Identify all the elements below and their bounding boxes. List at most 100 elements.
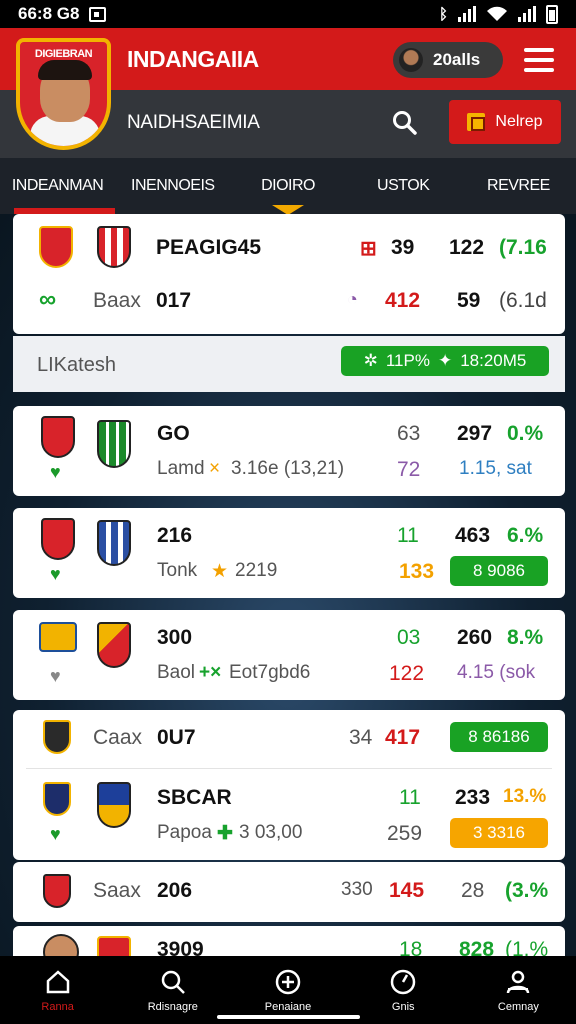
odds-pill[interactable]: 3 3316 — [450, 818, 548, 848]
stat-percent: 13.% — [503, 786, 547, 807]
club-crest-logo[interactable]: DIGIEBRAN — [16, 38, 111, 150]
user-icon — [507, 970, 530, 993]
live-status-pill[interactable]: ✲ 11P% ✦ 18:20M5 — [341, 346, 549, 376]
main-content: PEAGIG45 ⊞ 39 122 (7.16 ∞ Baax 017 ◔ 412… — [0, 214, 576, 956]
app-title: INDANGAIIA — [127, 46, 259, 72]
stat-value: 412 — [385, 289, 421, 312]
match-code: 206 — [157, 879, 193, 902]
action-button-label: Nelrep — [495, 113, 543, 130]
match-title: PEAGIG45 — [156, 236, 262, 259]
pill-right: 18:20M5 — [460, 351, 527, 370]
match-detail-2: Eot7gbd6 — [229, 662, 311, 683]
nav-label: Gnis — [391, 1000, 415, 1013]
stat-value: 11 — [399, 786, 421, 809]
bluetooth-icon: ᛒ — [438, 5, 448, 23]
match-detail-2: 3.16e (13,21) — [231, 458, 345, 479]
nav-stats[interactable]: Gnis — [346, 956, 461, 1024]
section-label: LIKatesh — [37, 354, 116, 376]
nav-label: Cemnay — [497, 1000, 539, 1013]
hamburger-menu-icon[interactable] — [524, 48, 554, 72]
tab-indeanman[interactable]: INDEANMAN — [0, 158, 116, 214]
tab-revree[interactable]: REVREE — [461, 158, 576, 214]
signal-2-icon — [518, 6, 536, 22]
cross-icon: × — [209, 458, 221, 479]
action-button[interactable]: Nelrep — [449, 100, 561, 144]
wifi-icon — [487, 6, 507, 21]
page-subtitle: NAIDHSAEIMIA — [127, 112, 260, 133]
star-icon: ★ — [211, 561, 229, 582]
signal-icon — [458, 6, 476, 22]
location-icon: ♥ — [50, 564, 61, 584]
user-profile-button[interactable]: 20alls — [393, 42, 503, 78]
team-crest-icon — [41, 416, 75, 458]
gear-icon: ✲ — [363, 351, 378, 370]
tab-ustok[interactable]: USTOK — [346, 158, 461, 214]
nav-community[interactable]: Cemnay — [461, 956, 576, 1024]
nav-label: Penaiane — [264, 1000, 312, 1013]
screenshot-icon — [89, 6, 107, 22]
pill-left: 11P% — [385, 351, 430, 370]
team-crest-icon — [97, 226, 131, 268]
team-crest-icon — [97, 520, 131, 566]
stat-value: 463 — [455, 524, 491, 547]
stat-value: 39 — [391, 236, 415, 259]
search-icon — [161, 970, 185, 994]
match-title: 216 — [157, 524, 193, 547]
status-time: 66:8 G8 — [18, 4, 80, 23]
stat-value: 11 — [397, 524, 419, 547]
stat-percent: (3.% — [505, 879, 549, 902]
nav-search[interactable]: Rdisnagre — [115, 956, 230, 1024]
tab-dioiro[interactable]: DIOIRO — [230, 158, 345, 215]
nav-add[interactable]: Penaiane — [230, 956, 345, 1024]
match-title: 3909 — [157, 938, 204, 956]
stat-percent: (7.16 — [499, 236, 547, 259]
stat-value: 828 — [459, 938, 495, 956]
divider — [26, 768, 552, 769]
match-card-group[interactable]: Caax 0U7 34 417 8 86186 ♥ SBCAR Papoa ✚ … — [13, 710, 565, 860]
team-crest-icon — [97, 936, 131, 956]
stat-value: 03 — [397, 626, 421, 649]
stat-value: 330 — [341, 879, 373, 900]
stat-value: 297 — [457, 422, 493, 445]
stat-percent: (6.1d — [499, 289, 547, 312]
team-name: Caax — [93, 726, 143, 749]
match-title: 300 — [157, 626, 193, 649]
match-title: GO — [157, 422, 190, 445]
match-card[interactable]: ♥ 300 Baol +× Eot7gbd6 03 260 8.% 122 4.… — [13, 610, 565, 700]
stat-value: 260 — [457, 626, 493, 649]
match-detail: Baol — [157, 662, 196, 683]
team-crest-icon — [43, 782, 71, 816]
home-icon — [46, 969, 69, 993]
nav-home[interactable]: Ranna — [0, 956, 115, 1024]
match-code: 017 — [156, 289, 192, 312]
location-icon: ♥ — [50, 462, 61, 482]
search-icon[interactable] — [392, 110, 418, 136]
plus-circle-icon — [275, 969, 301, 994]
crest-hair — [38, 60, 92, 80]
match-card[interactable]: Saax 206 330 145 28 (3.% — [13, 862, 565, 922]
stat-value: 63 — [397, 422, 421, 445]
match-detail-2: 2219 — [235, 560, 278, 581]
tab-inennoeis[interactable]: INENNOEIS — [115, 158, 230, 214]
stat-value: 59 — [457, 289, 481, 312]
match-card[interactable]: ♥ GO Lamd × 3.16e (13,21) 63 297 0.% 72 … — [13, 406, 565, 496]
home-indicator[interactable] — [217, 1015, 360, 1019]
team-crest-icon — [43, 720, 71, 754]
team-name: Baax — [93, 289, 141, 312]
plus-icon: ✚ — [217, 823, 233, 844]
status-bar: 66:8 G8 ᛒ — [0, 0, 576, 28]
featured-match-card[interactable]: PEAGIG45 ⊞ 39 122 (7.16 ∞ Baax 017 ◔ 412… — [13, 214, 565, 334]
match-card[interactable]: ♥ 216 Tonk ★ 2219 11 463 6.% 133 8 9086 — [13, 508, 565, 598]
plus-star-icon: +× — [199, 662, 222, 683]
match-detail: Tonk — [157, 560, 198, 581]
match-title: SBCAR — [157, 786, 232, 809]
team-crest-icon — [39, 226, 73, 268]
plus-icon: ⊞ — [360, 238, 377, 260]
odds-pill[interactable]: 8 86186 — [450, 722, 548, 752]
match-card[interactable]: 3909 18 828 (1.% — [13, 926, 565, 956]
odds-pill[interactable]: 8 9086 — [450, 556, 548, 586]
star-icon: ✦ — [437, 351, 453, 370]
stat-value: 417 — [385, 726, 421, 749]
stat-percent: 6.% — [507, 524, 544, 547]
link-icon: ∞ — [39, 286, 57, 313]
